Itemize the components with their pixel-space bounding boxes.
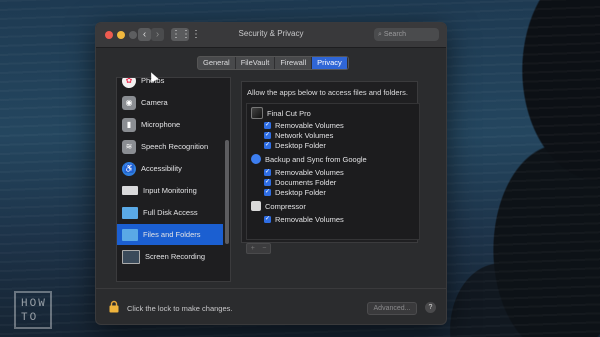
accessibility-icon: ♿ (122, 161, 136, 176)
permission-row[interactable]: ✓ Removable Volumes (264, 215, 344, 224)
tab-general[interactable]: General (198, 57, 236, 69)
waveform-icon: ≋ (122, 139, 136, 154)
sidebar-scrollbar[interactable] (225, 140, 229, 244)
search-placeholder: Search (383, 31, 407, 38)
help-button[interactable]: ? (425, 302, 436, 313)
sidebar-item-speech-recognition[interactable]: ≋ Speech Recognition (117, 136, 223, 157)
checkbox-checked[interactable]: ✓ (264, 132, 271, 139)
system-preferences-window: ‹ › ⋮⋮⋮ Security & Privacy ⌕ Search Gene… (95, 22, 447, 325)
camera-icon: ◉ (122, 95, 136, 110)
checkbox-checked[interactable]: ✓ (264, 169, 271, 176)
sidebar-item-screen-recording[interactable]: Screen Recording (117, 246, 223, 267)
sidebar-item-label: Full Disk Access (143, 208, 198, 217)
permission-label: Network Volumes (275, 131, 334, 140)
title-bar[interactable]: ‹ › ⋮⋮⋮ Security & Privacy ⌕ Search (96, 23, 446, 48)
panel-description: Allow the apps below to access files and… (247, 88, 408, 97)
search-input[interactable]: ⌕ Search (374, 28, 439, 41)
permission-row[interactable]: ✓ Desktop Folder (264, 188, 326, 197)
checkbox-checked[interactable]: ✓ (264, 142, 271, 149)
sidebar-item-label: Microphone (141, 120, 181, 129)
sidebar-item-label: Speech Recognition (141, 142, 209, 151)
app-name: Backup and Sync from Google (265, 154, 367, 164)
app-permissions-list: Final Cut Pro ✓ Removable Volumes ✓ Netw… (246, 103, 420, 240)
checkbox-checked[interactable]: ✓ (264, 216, 271, 223)
permission-label: Removable Volumes (275, 215, 344, 224)
sidebar-item-label: Screen Recording (145, 252, 206, 261)
howto-watermark: HOW TO (14, 291, 52, 329)
compressor-icon (251, 201, 261, 211)
app-row-compressor[interactable]: Compressor (251, 201, 306, 211)
tab-filevault[interactable]: FileVault (236, 57, 276, 69)
permission-row[interactable]: ✓ Network Volumes (264, 131, 333, 140)
permission-row[interactable]: ✓ Desktop Folder (264, 141, 326, 150)
sidebar-item-input-monitoring[interactable]: Input Monitoring (117, 180, 223, 201)
remove-button[interactable]: − (259, 244, 271, 253)
lock-icon[interactable] (109, 300, 119, 313)
permission-row[interactable]: ✓ Documents Folder (264, 178, 336, 187)
checkbox-checked[interactable]: ✓ (264, 189, 271, 196)
keyboard-icon (122, 186, 138, 195)
app-row-final-cut-pro[interactable]: Final Cut Pro (251, 107, 311, 119)
permission-label: Documents Folder (275, 178, 337, 187)
photos-icon: ✿ (122, 78, 136, 88)
microphone-icon: ▮ (122, 117, 136, 132)
checkbox-checked[interactable]: ✓ (264, 122, 271, 129)
final-cut-pro-icon (251, 107, 263, 119)
app-name: Compressor (265, 201, 306, 211)
folder-icon (122, 228, 138, 241)
add-remove-buttons: + − (246, 243, 271, 254)
tab-firewall[interactable]: Firewall (275, 57, 313, 69)
sidebar-item-full-disk-access[interactable]: Full Disk Access (117, 202, 223, 223)
sidebar-item-label: Files and Folders (143, 230, 201, 239)
lock-message: Click the lock to make changes. (127, 304, 233, 313)
sidebar-item-photos[interactable]: ✿ Photos (117, 78, 223, 91)
sidebar-item-label: Input Monitoring (143, 186, 197, 195)
monitor-icon (122, 249, 140, 264)
add-button[interactable]: + (247, 244, 259, 253)
advanced-button[interactable]: Advanced... (367, 302, 417, 315)
tab-bar: General FileVault Firewall Privacy (197, 56, 349, 70)
sidebar-item-microphone[interactable]: ▮ Microphone (117, 114, 223, 135)
app-name: Final Cut Pro (267, 108, 311, 118)
privacy-category-list[interactable]: ✿ Photos ◉ Camera ▮ Microphone ≋ Speech … (116, 77, 231, 282)
sidebar-item-label: Camera (141, 98, 168, 107)
permission-label: Desktop Folder (275, 141, 326, 150)
sidebar-item-accessibility[interactable]: ♿ Accessibility (117, 158, 223, 179)
tab-privacy[interactable]: Privacy (312, 57, 348, 69)
permission-label: Removable Volumes (275, 168, 344, 177)
permission-row[interactable]: ✓ Removable Volumes (264, 168, 344, 177)
permission-row[interactable]: ✓ Removable Volumes (264, 121, 344, 130)
sidebar-item-files-and-folders[interactable]: Files and Folders (117, 224, 223, 245)
sidebar-item-camera[interactable]: ◉ Camera (117, 92, 223, 113)
sidebar-item-label: Accessibility (141, 164, 182, 173)
permission-label: Removable Volumes (275, 121, 344, 130)
folder-icon (122, 206, 138, 219)
google-cloud-icon (251, 154, 261, 164)
permission-label: Desktop Folder (275, 188, 326, 197)
checkbox-checked[interactable]: ✓ (264, 179, 271, 186)
app-row-backup-and-sync[interactable]: Backup and Sync from Google (251, 154, 367, 164)
